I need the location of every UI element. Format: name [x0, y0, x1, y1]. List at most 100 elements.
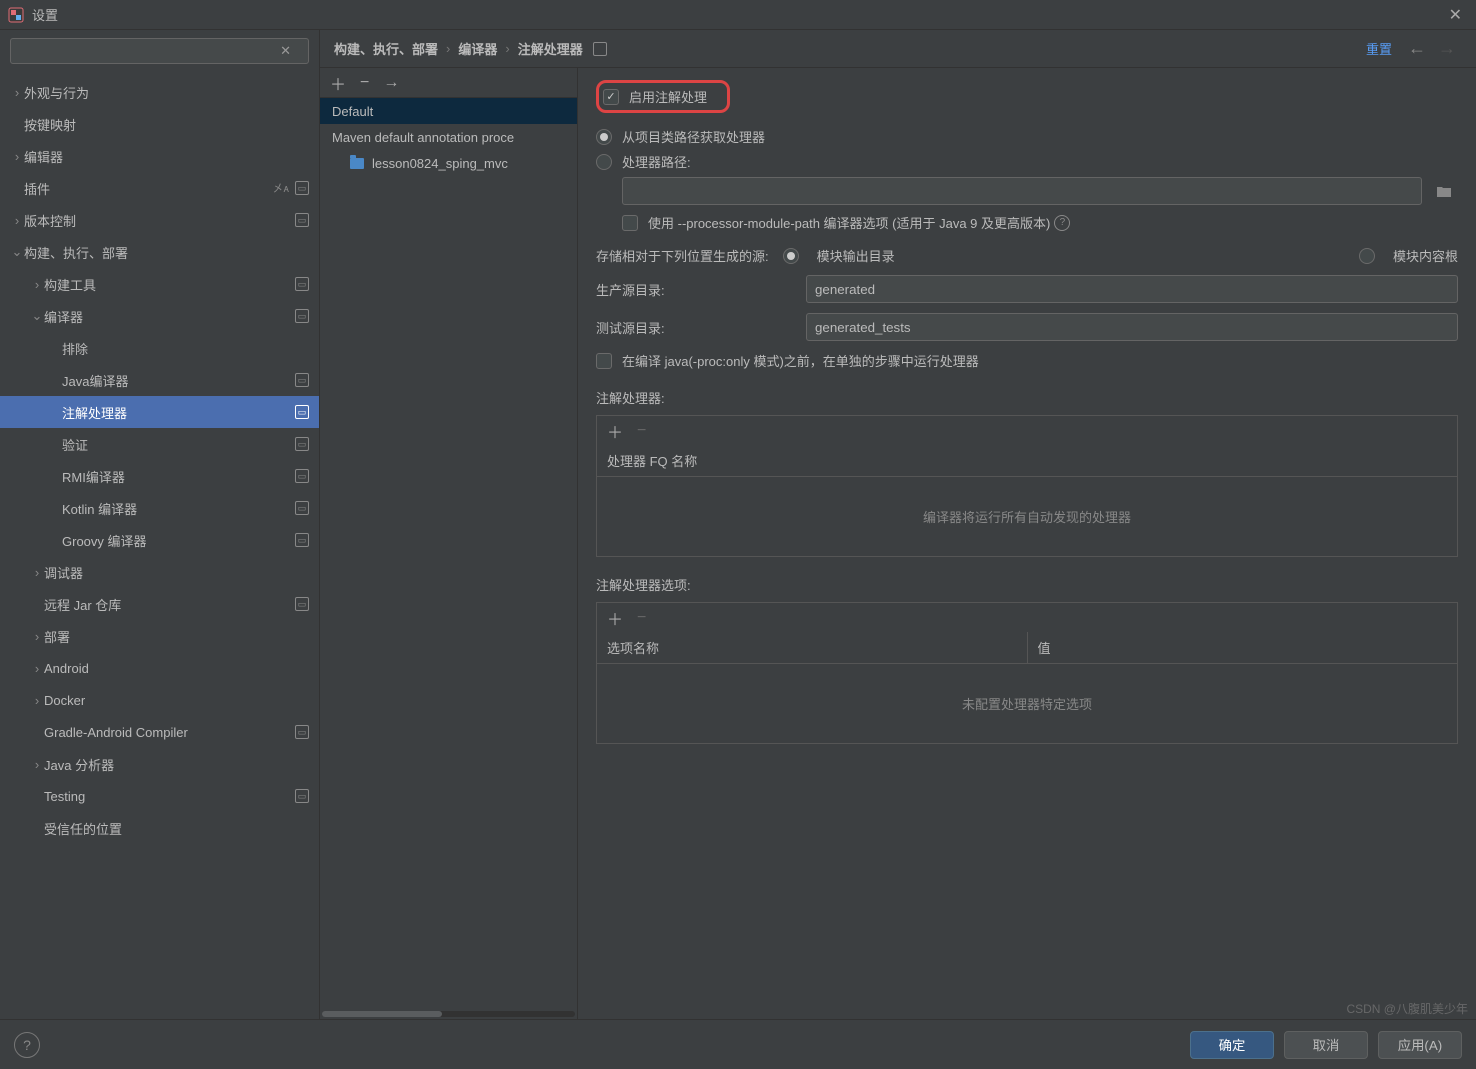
project-scope-icon: ▭	[295, 213, 309, 227]
chevron-right-icon: ›	[446, 41, 450, 56]
tree-compiler[interactable]: ⌄编译器▭	[0, 300, 319, 332]
project-scope-icon	[593, 42, 607, 56]
ok-button[interactable]: 确定	[1190, 1031, 1274, 1059]
add-processor-icon[interactable]: ＋	[607, 419, 623, 443]
titlebar: 设置 ✕	[0, 0, 1476, 30]
processor-path-input[interactable]	[622, 177, 1422, 205]
profile-module-lesson[interactable]: lesson0824_sping_mvc	[320, 150, 577, 176]
radio-processor-path[interactable]	[596, 154, 612, 170]
tree-java-analyzer[interactable]: ›Java 分析器	[0, 748, 319, 780]
run-separate-checkbox[interactable]	[596, 353, 612, 369]
project-scope-icon: ▭	[295, 437, 309, 451]
dialog-footer: ? 确定 取消 应用(A)	[0, 1019, 1476, 1069]
project-scope-icon: ▭	[295, 405, 309, 419]
profile-scrollbar[interactable]	[322, 1011, 575, 1017]
breadcrumb: 构建、执行、部署 › 编译器 › 注解处理器 重置 ← →	[320, 30, 1476, 68]
tree-debugger[interactable]: ›调试器	[0, 556, 319, 588]
tree-build[interactable]: ⌄构建、执行、部署	[0, 236, 319, 268]
breadcrumb-annotation: 注解处理器	[518, 39, 583, 58]
nav-back-icon[interactable]: ←	[1408, 38, 1426, 59]
help-icon[interactable]: ?	[1054, 215, 1070, 231]
tree-android[interactable]: ›Android	[0, 652, 319, 684]
profile-default[interactable]: Default	[320, 98, 577, 124]
project-scope-icon: ▭	[295, 181, 309, 195]
project-scope-icon: ▭	[295, 373, 309, 387]
tree-deploy[interactable]: ›部署	[0, 620, 319, 652]
option-value-header: 值	[1028, 632, 1458, 663]
project-scope-icon: ▭	[295, 469, 309, 483]
remove-profile-icon[interactable]: −	[360, 74, 369, 92]
tree-gradle-android[interactable]: Gradle-Android Compiler▭	[0, 716, 319, 748]
project-scope-icon: ▭	[295, 501, 309, 515]
tree-groovy-compiler[interactable]: Groovy 编译器▭	[0, 524, 319, 556]
tree-editor[interactable]: ›编辑器	[0, 140, 319, 172]
profile-panel: ＋ − → Default Maven default annotation p…	[320, 68, 578, 1019]
tree-java-compiler[interactable]: Java编译器▭	[0, 364, 319, 396]
add-option-icon[interactable]: ＋	[607, 606, 623, 630]
tree-build-tools[interactable]: ›构建工具▭	[0, 268, 319, 300]
prod-dir-label: 生产源目录:	[596, 280, 806, 299]
breadcrumb-compiler[interactable]: 编译器	[458, 39, 497, 58]
add-profile-icon[interactable]: ＋	[330, 71, 346, 95]
module-output-label: 模块输出目录	[817, 246, 895, 265]
tree-testing[interactable]: Testing▭	[0, 780, 319, 812]
radio-module-content[interactable]	[1359, 248, 1375, 264]
option-name-header: 选项名称	[597, 632, 1028, 663]
help-button[interactable]: ?	[14, 1032, 40, 1058]
browse-folder-icon[interactable]	[1430, 177, 1458, 205]
nav-forward-icon: →	[1438, 38, 1456, 59]
enable-annotation-checkbox[interactable]	[603, 89, 619, 105]
window-close-icon[interactable]: ✕	[1443, 5, 1468, 25]
store-relative-label: 存储相对于下列位置生成的源:	[596, 246, 769, 265]
plugin-lang-icon: 㐅ᴀ	[273, 180, 289, 196]
tree-validation[interactable]: 验证▭	[0, 428, 319, 460]
project-scope-icon: ▭	[295, 725, 309, 739]
tree-rmi-compiler[interactable]: RMI编译器▭	[0, 460, 319, 492]
processor-fq-header: 处理器 FQ 名称	[597, 445, 1457, 476]
move-profile-icon[interactable]: →	[383, 74, 399, 92]
radio-from-classpath[interactable]	[596, 129, 612, 145]
tree-trusted[interactable]: 受信任的位置	[0, 812, 319, 844]
profile-maven-default[interactable]: Maven default annotation proce	[320, 124, 577, 150]
project-scope-icon: ▭	[295, 597, 309, 611]
tree-annotation-processors[interactable]: 注解处理器▭	[0, 396, 319, 428]
enable-annotation-highlight: 启用注解处理	[596, 80, 730, 113]
options-section-label: 注解处理器选项:	[596, 575, 1458, 594]
option-table-empty: 未配置处理器特定选项	[596, 664, 1458, 744]
window-title: 设置	[32, 5, 58, 24]
tree-kotlin-compiler[interactable]: Kotlin 编译器▭	[0, 492, 319, 524]
project-scope-icon: ▭	[295, 789, 309, 803]
processors-section-label: 注解处理器:	[596, 388, 1458, 407]
cancel-button[interactable]: 取消	[1284, 1031, 1368, 1059]
apply-button[interactable]: 应用(A)	[1378, 1031, 1462, 1059]
tree-vcs[interactable]: ›版本控制▭	[0, 204, 319, 236]
folder-icon	[350, 158, 364, 169]
use-module-path-label: 使用 --processor-module-path 编译器选项 (适用于 Ja…	[648, 213, 1050, 232]
clear-search-icon[interactable]: ✕	[280, 43, 291, 59]
breadcrumb-build[interactable]: 构建、执行、部署	[334, 39, 438, 58]
project-scope-icon: ▭	[295, 277, 309, 291]
enable-annotation-label: 启用注解处理	[629, 87, 707, 106]
tree-keymap[interactable]: 按键映射	[0, 108, 319, 140]
remove-processor-icon: −	[637, 422, 646, 440]
radio-module-output[interactable]	[783, 248, 799, 264]
settings-search-input[interactable]	[10, 38, 309, 64]
tree-appearance[interactable]: ›外观与行为	[0, 76, 319, 108]
project-scope-icon: ▭	[295, 533, 309, 547]
prod-dir-input[interactable]	[806, 275, 1458, 303]
from-classpath-label: 从项目类路径获取处理器	[622, 127, 765, 146]
remove-option-icon: −	[637, 609, 646, 627]
test-dir-input[interactable]	[806, 313, 1458, 341]
tree-exclude[interactable]: 排除	[0, 332, 319, 364]
project-scope-icon: ▭	[295, 309, 309, 323]
processor-table-empty: 编译器将运行所有自动发现的处理器	[596, 477, 1458, 557]
use-module-path-checkbox[interactable]	[622, 215, 638, 231]
reset-link[interactable]: 重置	[1366, 39, 1392, 58]
tree-remote-jar[interactable]: 远程 Jar 仓库▭	[0, 588, 319, 620]
tree-plugins[interactable]: 插件㐅ᴀ▭	[0, 172, 319, 204]
settings-content: 启用注解处理 从项目类路径获取处理器 处理器路径:	[578, 68, 1476, 1019]
tree-docker[interactable]: ›Docker	[0, 684, 319, 716]
module-content-label: 模块内容根	[1393, 246, 1458, 265]
settings-tree: ›外观与行为 按键映射 ›编辑器 插件㐅ᴀ▭ ›版本控制▭ ⌄构建、执行、部署 …	[0, 72, 319, 1019]
run-separate-label: 在编译 java(-proc:only 模式)之前，在单独的步骤中运行处理器	[622, 351, 979, 370]
